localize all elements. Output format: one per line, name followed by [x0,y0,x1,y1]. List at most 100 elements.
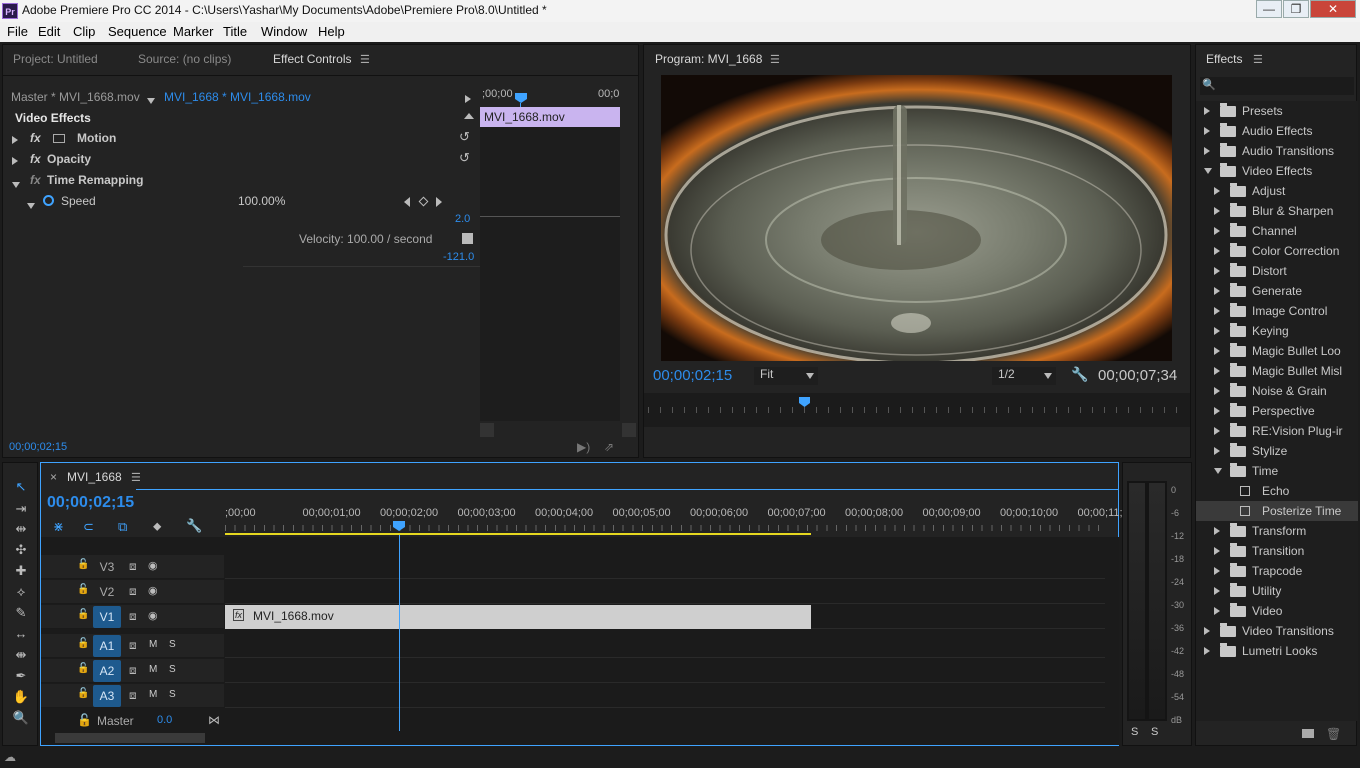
effects-tree-item[interactable]: Perspective [1196,401,1358,421]
tab-effect-controls[interactable]: Effect Controls [273,45,351,73]
program-timecode[interactable]: 00;00;02;15 [653,367,732,384]
panel-menu-icon[interactable]: ☰ [360,53,370,66]
collapsed-icon[interactable] [1214,367,1220,375]
track-target-button[interactable]: A1 [93,635,121,657]
tab-effects[interactable]: Effects [1206,45,1242,73]
effects-tree-item[interactable]: Keying [1196,321,1358,341]
menu-marker[interactable]: Marker [173,24,213,39]
minimize-button[interactable]: — [1256,0,1282,18]
effects-tree-item[interactable]: Trapcode [1196,561,1358,581]
lock-icon[interactable]: 🔓 [77,688,89,699]
effects-tree-item[interactable]: Blur & Sharpen [1196,201,1358,221]
effects-tree-item[interactable]: Image Control [1196,301,1358,321]
lock-icon[interactable]: 🔓 [77,663,89,674]
ec-scroll-left[interactable] [480,423,494,437]
track-target-button[interactable]: V1 [93,606,121,628]
toggle-timeline-icon[interactable] [465,92,471,106]
tab-project[interactable]: Project: Untitled [13,45,98,73]
ec-keyframe-area[interactable] [480,127,620,421]
effects-tree-item[interactable]: RE:Vision Plug-ir [1196,421,1358,441]
collapsed-icon[interactable] [1214,567,1220,575]
track-target-button[interactable]: V2 [93,581,121,603]
solo-button[interactable]: S [169,689,176,700]
clip-dropdown-icon[interactable] [147,93,155,107]
solo-button[interactable]: S [169,664,176,675]
reset-opacity-icon[interactable]: ↺ [459,150,470,166]
menu-window[interactable]: Window [261,24,307,39]
menu-edit[interactable]: Edit [38,24,60,39]
collapsed-icon[interactable] [1204,647,1210,655]
lock-icon[interactable]: 🔓 [77,559,89,570]
effects-tree-item[interactable]: Transform [1196,521,1358,541]
time-remap-expand-icon[interactable] [12,177,20,191]
collapsed-icon[interactable] [1204,107,1210,115]
collapsed-icon[interactable] [1214,447,1220,455]
mute-button[interactable]: M [149,664,157,675]
sequence-clip-label[interactable]: MVI_1668 * MVI_1668.mov [164,90,311,104]
fx-icon[interactable]: fx [30,131,41,145]
panel-menu-icon[interactable]: ☰ [1253,53,1263,66]
tab-program[interactable]: Program: MVI_1668 [655,45,762,73]
lock-icon[interactable]: 🔓 [77,638,89,649]
eye-icon[interactable]: ◉ [148,559,158,572]
lock-icon[interactable]: 🔓 [77,609,89,620]
mute-button[interactable]: M [149,689,157,700]
menu-sequence[interactable]: Sequence [108,24,167,39]
trash-icon[interactable]: 🗑 [1326,727,1341,741]
ec-scroll-right[interactable] [622,423,636,437]
sync-lock-icon[interactable]: ⧈ [129,584,137,599]
effects-tree-item[interactable]: Posterize Time [1196,501,1358,521]
opacity-expand-icon[interactable] [12,154,18,168]
sync-lock-icon[interactable]: ⧈ [129,663,137,678]
effects-tree-item[interactable]: Video Transitions [1196,621,1358,641]
collapse-icon[interactable] [464,113,474,119]
effect-motion[interactable]: Motion [77,131,116,145]
effects-tree-item[interactable]: Channel [1196,221,1358,241]
timeline-vscroll[interactable] [1105,537,1119,731]
ripple-edit-tool-icon[interactable]: ⇹ [11,521,31,539]
sync-lock-icon[interactable]: ⧈ [129,609,137,624]
reset-motion-icon[interactable]: ↺ [459,129,470,145]
solo-right-button[interactable]: S [1151,726,1158,738]
effects-tree-item[interactable]: Noise & Grain [1196,381,1358,401]
pen-tool-icon[interactable]: ✒ [11,668,31,686]
maximize-button[interactable]: ❐ [1283,0,1309,18]
new-bin-icon[interactable] [1302,729,1314,738]
razor-tool-icon[interactable]: ⟡ [11,584,31,602]
rolling-edit-tool-icon[interactable]: ✣ [11,542,31,560]
slip-tool-icon[interactable]: ↔ [11,626,31,644]
track-lane[interactable] [225,580,1105,604]
effects-tree-item[interactable]: Audio Transitions [1196,141,1358,161]
effects-tree-item[interactable]: Magic Bullet Misl [1196,361,1358,381]
effects-tree-item[interactable]: Video [1196,601,1358,621]
rate-stretch-tool-icon[interactable]: ✚ [11,563,31,581]
effects-tree-item[interactable]: Echo [1196,481,1358,501]
track-target-button[interactable]: A3 [93,685,121,707]
razor-blade-icon[interactable]: ✎ [11,605,31,623]
effects-tree-item[interactable]: Transition [1196,541,1358,561]
ec-timecode[interactable]: 00;00;02;15 [9,441,67,453]
collapsed-icon[interactable] [1214,287,1220,295]
eye-icon[interactable]: ◉ [148,584,158,597]
menu-help[interactable]: Help [318,24,345,39]
menu-file[interactable]: File [7,24,28,39]
fx-icon[interactable]: fx [30,152,41,166]
track-lane[interactable] [225,634,1105,658]
sync-lock-icon[interactable]: ⧈ [129,688,137,703]
motion-transform-icon[interactable] [53,134,65,143]
collapsed-icon[interactable] [1214,427,1220,435]
collapsed-icon[interactable] [1214,327,1220,335]
ec-ruler[interactable]: ;00;00 00;0 [480,85,620,107]
next-keyframe-icon[interactable] [436,197,442,207]
lock-icon[interactable]: 🔓 [77,584,89,595]
collapsed-icon[interactable] [1214,247,1220,255]
eye-icon[interactable]: ◉ [148,609,158,622]
program-video-frame[interactable] [661,75,1172,361]
solo-button[interactable]: S [169,639,176,650]
panel-menu-icon[interactable]: ☰ [770,53,780,66]
collapsed-icon[interactable] [1214,527,1220,535]
hand-tool-icon[interactable]: ✋ [11,689,31,707]
collapsed-icon[interactable] [1204,127,1210,135]
effects-tree-item[interactable]: Lumetri Looks [1196,641,1358,661]
collapsed-icon[interactable] [1214,547,1220,555]
